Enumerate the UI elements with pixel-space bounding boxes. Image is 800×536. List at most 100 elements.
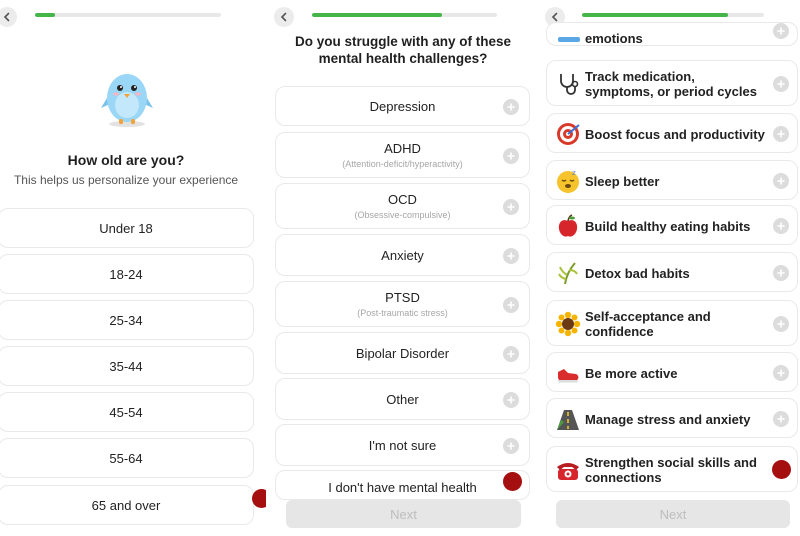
age-option-label: 25-34 — [109, 312, 143, 328]
add-option-button[interactable] — [503, 248, 519, 264]
back-button[interactable] — [0, 7, 17, 27]
challenge-option-label: Depression — [369, 98, 436, 114]
goal-option[interactable]: Strengthen social skills and connections — [546, 446, 798, 492]
bird-mascot-icon — [101, 74, 153, 127]
age-option-label: Under 18 — [99, 220, 153, 236]
challenge-option-label: I don't have mental health — [328, 480, 477, 495]
age-screen: How old are you? This helps us personali… — [0, 0, 266, 536]
add-goal-button[interactable] — [773, 265, 789, 281]
goal-option[interactable]: Build healthy eating habits — [546, 205, 798, 245]
goal-option[interactable]: Detox bad habits — [546, 252, 798, 292]
challenge-option-label: Other — [386, 391, 419, 407]
add-goal-button[interactable] — [773, 173, 789, 189]
challenge-option[interactable]: Anxiety — [275, 234, 530, 276]
challenge-option-label: I'm not sure — [368, 437, 437, 453]
add-option-button[interactable] — [503, 148, 519, 164]
plus-icon — [507, 103, 515, 111]
target-icon — [555, 121, 581, 147]
age-option[interactable]: Under 18 — [0, 208, 254, 248]
next-button[interactable]: Next — [556, 500, 790, 528]
age-option[interactable]: 18-24 — [0, 254, 254, 294]
age-option-label: 55-64 — [109, 450, 143, 466]
plus-icon — [777, 222, 785, 230]
add-option-button[interactable] — [503, 99, 519, 115]
chevron-left-icon — [3, 12, 10, 22]
age-option[interactable]: 55-64 — [0, 438, 254, 478]
add-option-button[interactable] — [503, 392, 519, 408]
goal-option[interactable]: z Sleep better — [546, 160, 798, 200]
age-option[interactable]: 35-44 — [0, 346, 254, 386]
goal-option[interactable]: emotions — [546, 22, 798, 46]
age-option-label: 18-24 — [109, 266, 143, 282]
selection-marker — [252, 489, 266, 508]
page-title-line-2: mental health challenges? — [318, 51, 488, 66]
add-goal-button[interactable] — [773, 23, 789, 39]
goal-option[interactable]: Be more active — [546, 352, 798, 392]
age-option-label: 65 and over — [91, 497, 161, 513]
goal-option-label: emotions — [585, 31, 643, 46]
next-button[interactable]: Next — [286, 500, 521, 528]
goal-option-label: Detox bad habits — [585, 265, 690, 281]
road-icon — [555, 406, 581, 432]
plus-icon — [777, 80, 785, 88]
add-option-button[interactable] — [503, 438, 519, 454]
challenge-option-sublabel: (Post-traumatic stress) — [357, 308, 448, 318]
challenge-option[interactable]: OCD (Obsessive-compulsive) — [275, 183, 530, 229]
plus-icon — [507, 396, 515, 404]
plus-icon — [777, 269, 785, 277]
plus-icon — [507, 301, 515, 309]
challenge-option-label: PTSD — [385, 290, 420, 305]
challenge-option[interactable]: I don't have mental health — [275, 470, 530, 500]
progress-bar — [582, 13, 764, 17]
sunflower-icon — [555, 311, 581, 337]
add-goal-button[interactable] — [773, 365, 789, 381]
herb-icon — [555, 260, 581, 286]
add-option-button[interactable] — [503, 346, 519, 362]
plus-icon — [507, 203, 515, 211]
challenge-option[interactable]: ADHD (Attention-deficit/hyperactivity) — [275, 132, 530, 178]
add-goal-button[interactable] — [773, 76, 789, 92]
goal-option-label: Be more active — [585, 365, 678, 381]
plus-icon — [777, 177, 785, 185]
back-button[interactable] — [274, 7, 294, 27]
add-goal-button[interactable] — [773, 316, 789, 332]
stethoscope-icon — [555, 71, 581, 97]
challenge-option[interactable]: PTSD (Post-traumatic stress) — [275, 281, 530, 327]
goal-option-label: Build healthy eating habits — [585, 218, 751, 234]
goals-screen: emotions Track medication, symptoms, or p… — [540, 0, 800, 536]
goal-option[interactable]: Manage stress and anxiety — [546, 398, 798, 438]
add-option-button[interactable] — [503, 199, 519, 215]
challenges-screen: Do you struggle with any of these mental… — [266, 0, 540, 536]
telephone-icon — [555, 457, 581, 483]
goal-option[interactable]: Boost focus and productivity — [546, 113, 798, 153]
partial-icon — [555, 19, 581, 45]
goal-option-label: Sleep better — [585, 173, 660, 189]
selection-marker — [503, 472, 522, 491]
plus-icon — [507, 252, 515, 260]
chevron-left-icon — [280, 12, 287, 22]
challenge-option[interactable]: Other — [275, 378, 530, 420]
svg-text:z: z — [572, 169, 576, 177]
challenge-option[interactable]: I'm not sure — [275, 424, 530, 466]
age-option[interactable]: 45-54 — [0, 392, 254, 432]
add-goal-button[interactable] — [773, 126, 789, 142]
progress-fill — [582, 13, 728, 17]
challenge-option-label: OCD — [388, 192, 417, 207]
goal-option[interactable]: Self-acceptance and confidence — [546, 300, 798, 346]
age-option[interactable]: 25-34 — [0, 300, 254, 340]
goal-option-label: Self-acceptance and confidence — [585, 309, 711, 339]
plus-icon — [777, 415, 785, 423]
goal-option-label: Boost focus and productivity — [585, 126, 765, 142]
apple-icon — [555, 213, 581, 239]
add-goal-button[interactable] — [773, 411, 789, 427]
challenge-option[interactable]: Depression — [275, 86, 530, 126]
add-goal-button[interactable] — [773, 218, 789, 234]
age-option[interactable]: 65 and over — [0, 485, 254, 525]
goal-option[interactable]: Track medication, symptoms, or period cy… — [546, 60, 798, 106]
challenge-option[interactable]: Bipolar Disorder — [275, 332, 530, 374]
add-option-button[interactable] — [503, 297, 519, 313]
plus-icon — [507, 152, 515, 160]
plus-icon — [777, 369, 785, 377]
plus-icon — [507, 350, 515, 358]
selection-marker — [772, 460, 791, 479]
